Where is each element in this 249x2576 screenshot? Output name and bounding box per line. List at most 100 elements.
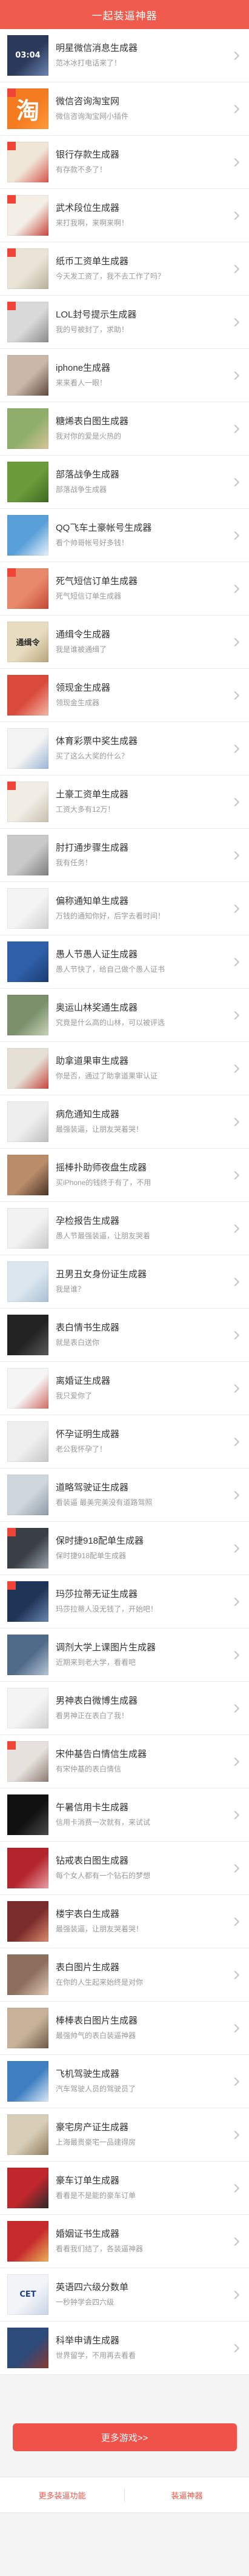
footer-link-more-features[interactable]: 更多装逼功能 — [0, 2489, 124, 2501]
chevron-right-icon — [230, 1704, 240, 1713]
item-thumbnail — [7, 1261, 48, 1302]
thumbnail-text: 03:04 — [15, 51, 41, 60]
item-thumbnail — [7, 995, 48, 1035]
list-item[interactable]: 楼宇表白生成器 最强装逼，让朋友哭着哭！ — [0, 1895, 249, 1948]
list-item[interactable]: 钻戒表白图生成器 每个女人都有一个钻石的梦想 — [0, 1842, 249, 1895]
item-thumbnail — [7, 1954, 48, 1995]
item-thumbnail — [7, 1688, 48, 1728]
hot-badge — [7, 248, 16, 257]
item-thumbnail — [7, 408, 48, 449]
list-item[interactable]: 科举申请生成器 世界留学，不用再去看看 — [0, 2322, 249, 2375]
hot-badge — [7, 1581, 16, 1590]
list-item[interactable]: 道略驾驶证生成器 看装逼 最美完美没有道路驾照 — [0, 1469, 249, 1522]
item-thumbnail — [7, 675, 48, 715]
item-thumbnail — [7, 1368, 48, 1409]
list-item[interactable]: 奥运山林奖通生成器 究竟是什么高的山林，可以被评选 — [0, 989, 249, 1042]
list-item[interactable]: 午暑信用卡生成器 信用卡消费一次就有，来试试 — [0, 1788, 249, 1842]
list-item[interactable]: 表白情书生成器 就是表白送你 — [0, 1309, 249, 1362]
list-item[interactable]: 飞机驾驶生成器 汽车驾驶人员的驾驶员了 — [0, 2055, 249, 2108]
item-thumbnail — [7, 515, 48, 556]
list-item[interactable]: 武术段位生成器 来打我啊，来啊来啊！ — [0, 189, 249, 242]
list-item[interactable]: 愚人节愚人证生成器 愚人节快了，给自己做个愚人证书 — [0, 935, 249, 989]
chevron-right-icon — [230, 1224, 240, 1233]
footer-link-home[interactable]: 装逼神器 — [125, 2489, 249, 2501]
item-title: 丑男丑女身份证生成器 — [56, 1269, 147, 1280]
list-item[interactable]: 体育彩票中奖生成器 买了这么大奖的什么？ — [0, 722, 249, 775]
list-item[interactable]: 表白图片生成器 在你的人生起来始终是对你 — [0, 1948, 249, 2002]
item-thumbnail — [7, 1475, 48, 1515]
list-item[interactable]: 摇棒扑助师夜盘生成器 买iPhone的钱终于有了，不用 — [0, 1149, 249, 1202]
list-item[interactable]: LOL封号提示生成器 我的号被封了，求助！ — [0, 296, 249, 349]
list-item[interactable]: 豪车订单生成器 看看是不是能的豪车订单 — [0, 2162, 249, 2215]
item-subtitle: 来打我啊，来啊来啊！ — [56, 219, 129, 227]
list-item[interactable]: 纸币工资单生成器 今天发工资了，我不去工作了吗？ — [0, 242, 249, 296]
list-item[interactable]: 肘打通步骤生成器 我有任务！ — [0, 829, 249, 882]
list-item[interactable]: 助拿道果审生成器 你是否，通过了助拿道果审认证 — [0, 1042, 249, 1095]
item-subtitle: 买了这么大奖的什么？ — [56, 752, 129, 760]
item-thumbnail — [7, 1848, 48, 1888]
list-item[interactable]: 通缉令 通缉令生成器 我是谁被通缉了 — [0, 616, 249, 669]
list-item[interactable]: QQ飞车土豪帐号生成器 看个帅哥帐号好多钱！ — [0, 509, 249, 562]
list-item[interactable]: 怀孕证明生成器 老公我怀孕了！ — [0, 1415, 249, 1469]
item-thumbnail — [7, 2061, 48, 2102]
list-item[interactable]: 豪宅房产证生成器 上海最贵豪宅一品建得房 — [0, 2108, 249, 2162]
item-subtitle: 我有任务！ — [56, 858, 93, 867]
item-subtitle: 来来看人一眼！ — [56, 379, 107, 387]
list-item[interactable]: 领现金生成器 领现金生成器 — [0, 669, 249, 722]
list-item[interactable]: 宋仲基告白情信生成器 有宋仲基的表白情信 — [0, 1735, 249, 1788]
more-button-area: 更多游戏>> — [0, 2375, 249, 2451]
item-subtitle: 看个帅哥帐号好多钱！ — [56, 539, 129, 547]
item-title: 土豪工资单生成器 — [56, 789, 129, 800]
item-title: 楼宇表白生成器 — [56, 1909, 120, 1919]
item-title: 表白情书生成器 — [56, 1323, 120, 1333]
item-title: 玛莎拉蒂无证生成器 — [56, 1589, 138, 1599]
item-title: 肘打通步骤生成器 — [56, 843, 129, 853]
list-item[interactable]: 丑男丑女身份证生成器 我是谁？ — [0, 1255, 249, 1309]
list-item[interactable]: 糖烯表白图生成器 我对你的爱是火热的 — [0, 402, 249, 456]
item-thumbnail — [7, 2008, 48, 2048]
thumbnail-text: CET — [19, 2290, 36, 2299]
footer-nav: 更多装逼功能 装逼神器 — [0, 2477, 249, 2513]
list-item[interactable]: 03:04 明星微信消息生成器 范冰冰打电话来了！ — [0, 29, 249, 82]
item-subtitle: 玛莎拉蒂人没无钱了，开始吧！ — [56, 1605, 158, 1613]
hot-badge — [7, 1741, 16, 1750]
list-item[interactable]: CET 英语四六级分数单 一秒钟学会四六级 — [0, 2268, 249, 2322]
item-subtitle: 你是否，通过了助拿道果审认证 — [56, 1072, 158, 1080]
list-item[interactable]: 离婚证生成器 我只爱你了 — [0, 1362, 249, 1415]
item-subtitle: 买iPhone的钱终于有了，不用 — [56, 1178, 151, 1187]
list-item[interactable]: iphone生成器 来来看人一眼！ — [0, 349, 249, 402]
list-item[interactable]: 保时捷918配单生成器 保时捷918配单生成器 — [0, 1522, 249, 1575]
item-thumbnail — [7, 2168, 48, 2208]
item-title: 英语四六级分数单 — [56, 2282, 129, 2292]
list-item[interactable]: 土豪工资单生成器 工资大多有12万！ — [0, 775, 249, 829]
item-title: 通缉令生成器 — [56, 629, 111, 640]
list-item[interactable]: 银行存款生成器 有存款不多了！ — [0, 136, 249, 189]
chevron-right-icon — [230, 1864, 240, 1873]
item-title: 怀孕证明生成器 — [56, 1429, 120, 1439]
item-subtitle: 范冰冰打电话来了！ — [56, 59, 122, 67]
hot-badge — [7, 142, 16, 150]
list-item[interactable]: 死气短信订单生成器 死气短信订单生成器 — [0, 562, 249, 616]
list-item[interactable]: 偏称通知单生成器 万钱的通知你好，后字去看时间！ — [0, 882, 249, 935]
list-item[interactable]: 棒棒表白图片生成器 最强帅气的表白装逼神器 — [0, 2002, 249, 2055]
chevron-right-icon — [230, 1277, 240, 1287]
item-title: 科举申请生成器 — [56, 2335, 120, 2346]
list-item[interactable]: 玛莎拉蒂无证生成器玛莎拉蒂人没无钱了，开始吧！ — [0, 1575, 249, 1628]
list-item[interactable]: 部落战争生成器 部落战争生成器 — [0, 456, 249, 509]
list-item[interactable]: 孕检报告生成器 愚人节最强装逼，让朋友哭着 — [0, 1202, 249, 1255]
chevron-right-icon — [230, 1064, 240, 1074]
item-title: 愚人节愚人证生成器 — [56, 949, 138, 960]
header-bar: 一起装逼神器 — [0, 0, 249, 29]
item-subtitle: 领现金生成器 — [56, 699, 100, 707]
list-item[interactable]: 调剂大学上课图片生成器 近期来到老大学，看看吧 — [0, 1628, 249, 1682]
list-item[interactable]: 男神表白微博生成器 看男神正在表白了我！ — [0, 1682, 249, 1735]
hot-badge — [7, 88, 16, 97]
page-title: 一起装逼神器 — [91, 10, 158, 22]
list-item[interactable]: 病危通知生成器 最强装逼，让朋友哭着哭！ — [0, 1095, 249, 1149]
chevron-right-icon — [230, 1170, 240, 1180]
chevron-right-icon — [230, 1011, 240, 1020]
list-item[interactable]: 淘 微信咨询淘宝网 微信咨询淘宝网小插件 — [0, 82, 249, 136]
more-games-button[interactable]: 更多游戏>> — [12, 2423, 237, 2451]
item-thumbnail — [7, 1101, 48, 1142]
list-item[interactable]: 婚姻证书生成器 看看我们结了，各装逼神器 — [0, 2215, 249, 2268]
